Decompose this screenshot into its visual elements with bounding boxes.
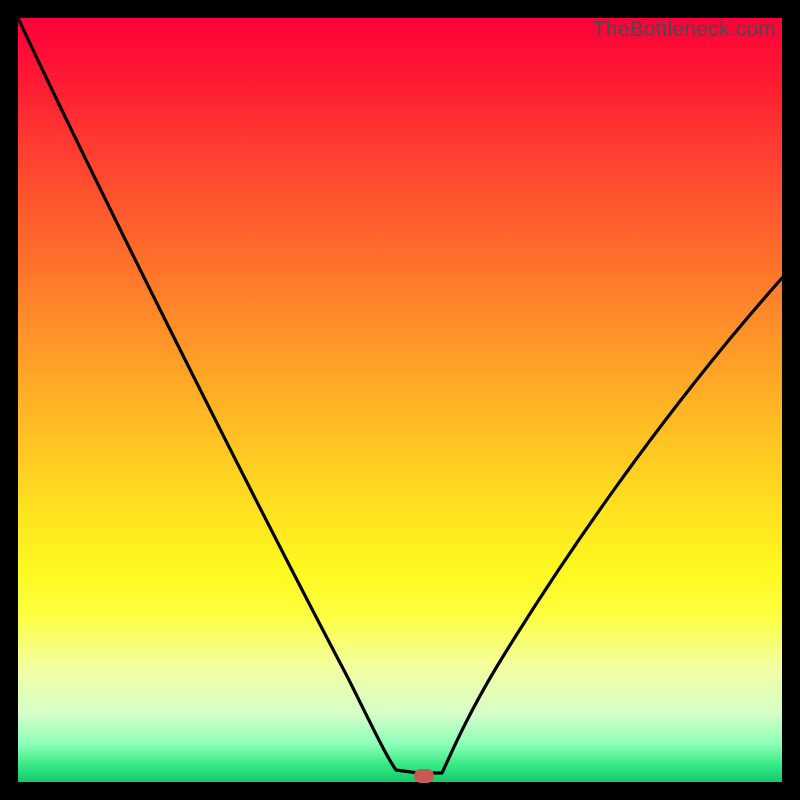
bottleneck-curve [18,18,782,782]
optimum-marker [414,769,434,783]
chart-frame: TheBottleneck.com [0,0,800,800]
curve-path [18,18,782,773]
plot-area: TheBottleneck.com [18,18,782,782]
